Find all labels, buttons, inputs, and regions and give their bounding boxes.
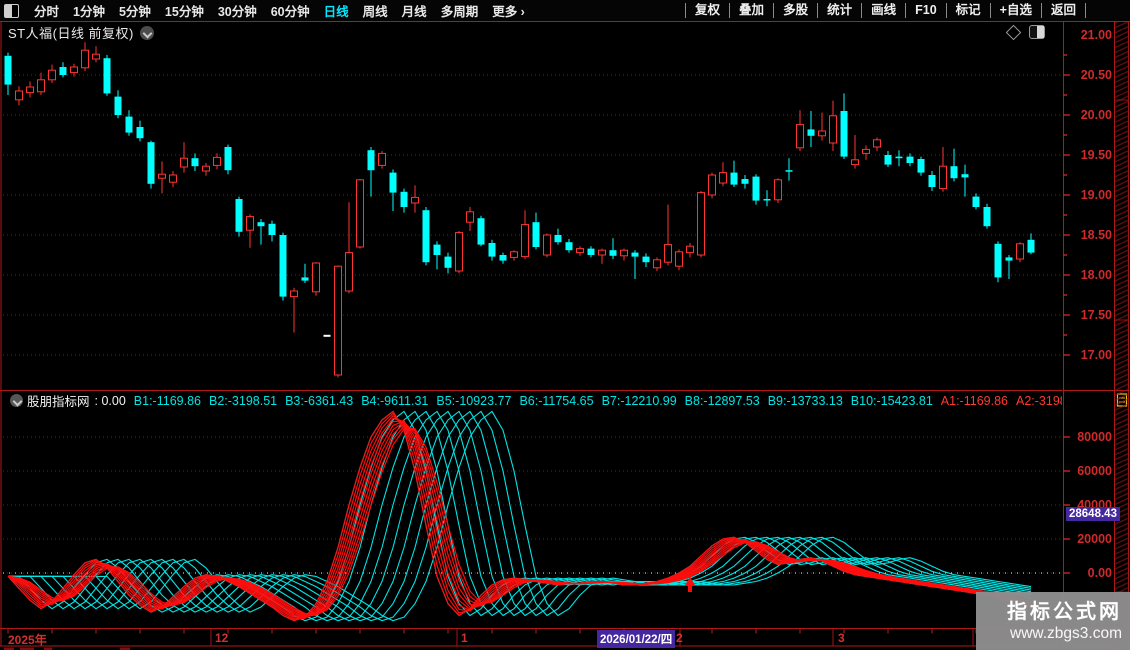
indicator-collapse-icon[interactable] [10, 394, 23, 407]
date-tick-label: 1 [461, 631, 468, 645]
chevron-down-icon[interactable] [139, 25, 154, 40]
price-tick-label: 21.00 [1080, 28, 1112, 42]
indicator-tick-label: 60000 [1077, 464, 1112, 478]
tool-item-7[interactable]: +自选 [989, 3, 1041, 18]
selected-date-badge: 2026/01/22/四 [597, 630, 676, 648]
date-tick-label: 3 [838, 631, 845, 645]
top-menu-bar: 分时 1分钟 5分钟 15分钟 30分钟 60分钟 日线 周线 月线 多周期 更多 › 复权 叠加 多股… [0, 0, 1130, 21]
indicator-header: 股朋指标网 : 0.00 B1:-1169.86 B2:-3198.51 B3:-6… [4, 392, 1062, 409]
period-menu: 分时 1分钟 5分钟 15分钟 30分钟 60分钟 日线 周线 月线 多周期 更多 › [27, 1, 532, 20]
indicator-b-value: B2:-3198.51 [208, 393, 278, 408]
date-tick-label: 2025年 [8, 633, 47, 647]
indicator-b-value: B9:-13733.13 [767, 393, 843, 408]
indicator-tick-label: 80000 [1077, 430, 1112, 444]
indicator-b-value: B10:-15423.81 [850, 393, 933, 408]
indicator-b-value: B7:-12210.99 [601, 393, 677, 408]
price-tick-label: 17.50 [1080, 308, 1112, 322]
watermark-title: 指标公式网 [1007, 601, 1122, 623]
indicator-a-value: A1:-1169.86 [940, 393, 1008, 408]
tool-item-8[interactable]: 返回 [1040, 3, 1086, 18]
date-tick-label: 12 [215, 631, 229, 645]
indicator-b-value: B3:-6361.43 [285, 393, 354, 408]
indicator-tick-label: 0.00 [1087, 566, 1112, 580]
menu-item-8[interactable]: 月线 [395, 1, 434, 20]
menu-item-1[interactable]: 1分钟 [66, 1, 112, 20]
indicator-name: 股朋指标网 [27, 395, 90, 409]
menu-item-5[interactable]: 60分钟 [264, 1, 317, 20]
menu-item-2[interactable]: 5分钟 [112, 1, 158, 20]
menu-item-3[interactable]: 15分钟 [158, 1, 211, 20]
menu-item-10[interactable]: 更多 › [485, 1, 532, 20]
tool-item-5[interactable]: F10 [905, 3, 946, 18]
tool-item-6[interactable]: 标记 [945, 3, 990, 18]
tool-item-0[interactable]: 复权 [685, 3, 729, 18]
menu-item-0[interactable]: 分时 [27, 1, 66, 20]
panel-toggle-icon[interactable] [1029, 25, 1045, 39]
indicator-tick-label: 20000 [1077, 532, 1112, 546]
indicator-a-value: A2:-3198.51 [1015, 393, 1062, 408]
price-tick-label: 19.00 [1080, 188, 1112, 202]
date-tick-label: 2 [676, 631, 683, 645]
indicator-value-badge: 28648.43 [1066, 507, 1120, 521]
diamond-icon[interactable] [1005, 24, 1022, 40]
indicator-current-value: : 0.00 [94, 393, 126, 408]
indicator-b-value: B8:-12897.53 [684, 393, 760, 408]
indicator-b-value: B1:-1169.86 [133, 393, 201, 408]
price-tick-label: 20.00 [1080, 108, 1112, 122]
window-split-icon[interactable] [4, 3, 19, 18]
menu-item-7[interactable]: 周线 [356, 1, 395, 20]
page-title: ST人福(日线 前复权) [8, 26, 134, 41]
chart-area[interactable] [0, 0, 1130, 650]
tool-item-1[interactable]: 叠加 [729, 3, 773, 18]
price-tick-label: 17.00 [1080, 348, 1112, 362]
menu-item-9[interactable]: 多周期 [434, 1, 486, 20]
watermark: 指标公式网 www.zbgs3.com [976, 592, 1130, 650]
tool-item-3[interactable]: 统计 [817, 3, 861, 18]
chart-title-row: ST人福(日线 前复权) [8, 23, 154, 42]
price-tick-label: 18.50 [1080, 228, 1112, 242]
vertical-banner-strip [1115, 22, 1129, 648]
price-tick-label: 20.50 [1080, 68, 1112, 82]
tool-item-2[interactable]: 多股 [773, 3, 817, 18]
tool-item-4[interactable]: 画线 [861, 3, 905, 18]
indicator-b-value: B5:-10923.77 [436, 393, 512, 408]
indicator-values: B1:-1169.86 B2:-3198.51 B3:-6361.43 B4:-961… [126, 392, 1062, 409]
menu-item-6[interactable]: 日线 [317, 1, 356, 20]
menu-item-4[interactable]: 30分钟 [211, 1, 264, 20]
watermark-url: www.zbgs3.com [1010, 625, 1122, 642]
indicator-b-value: B4:-9611.31 [361, 393, 429, 408]
tools-menu: 复权 叠加 多股 统计 画线 F10 标记 +自选 返回 [685, 0, 1086, 21]
price-tick-label: 18.00 [1080, 268, 1112, 282]
price-tick-label: 19.50 [1080, 148, 1112, 162]
indicator-b-value: B6:-11754.65 [519, 393, 594, 408]
